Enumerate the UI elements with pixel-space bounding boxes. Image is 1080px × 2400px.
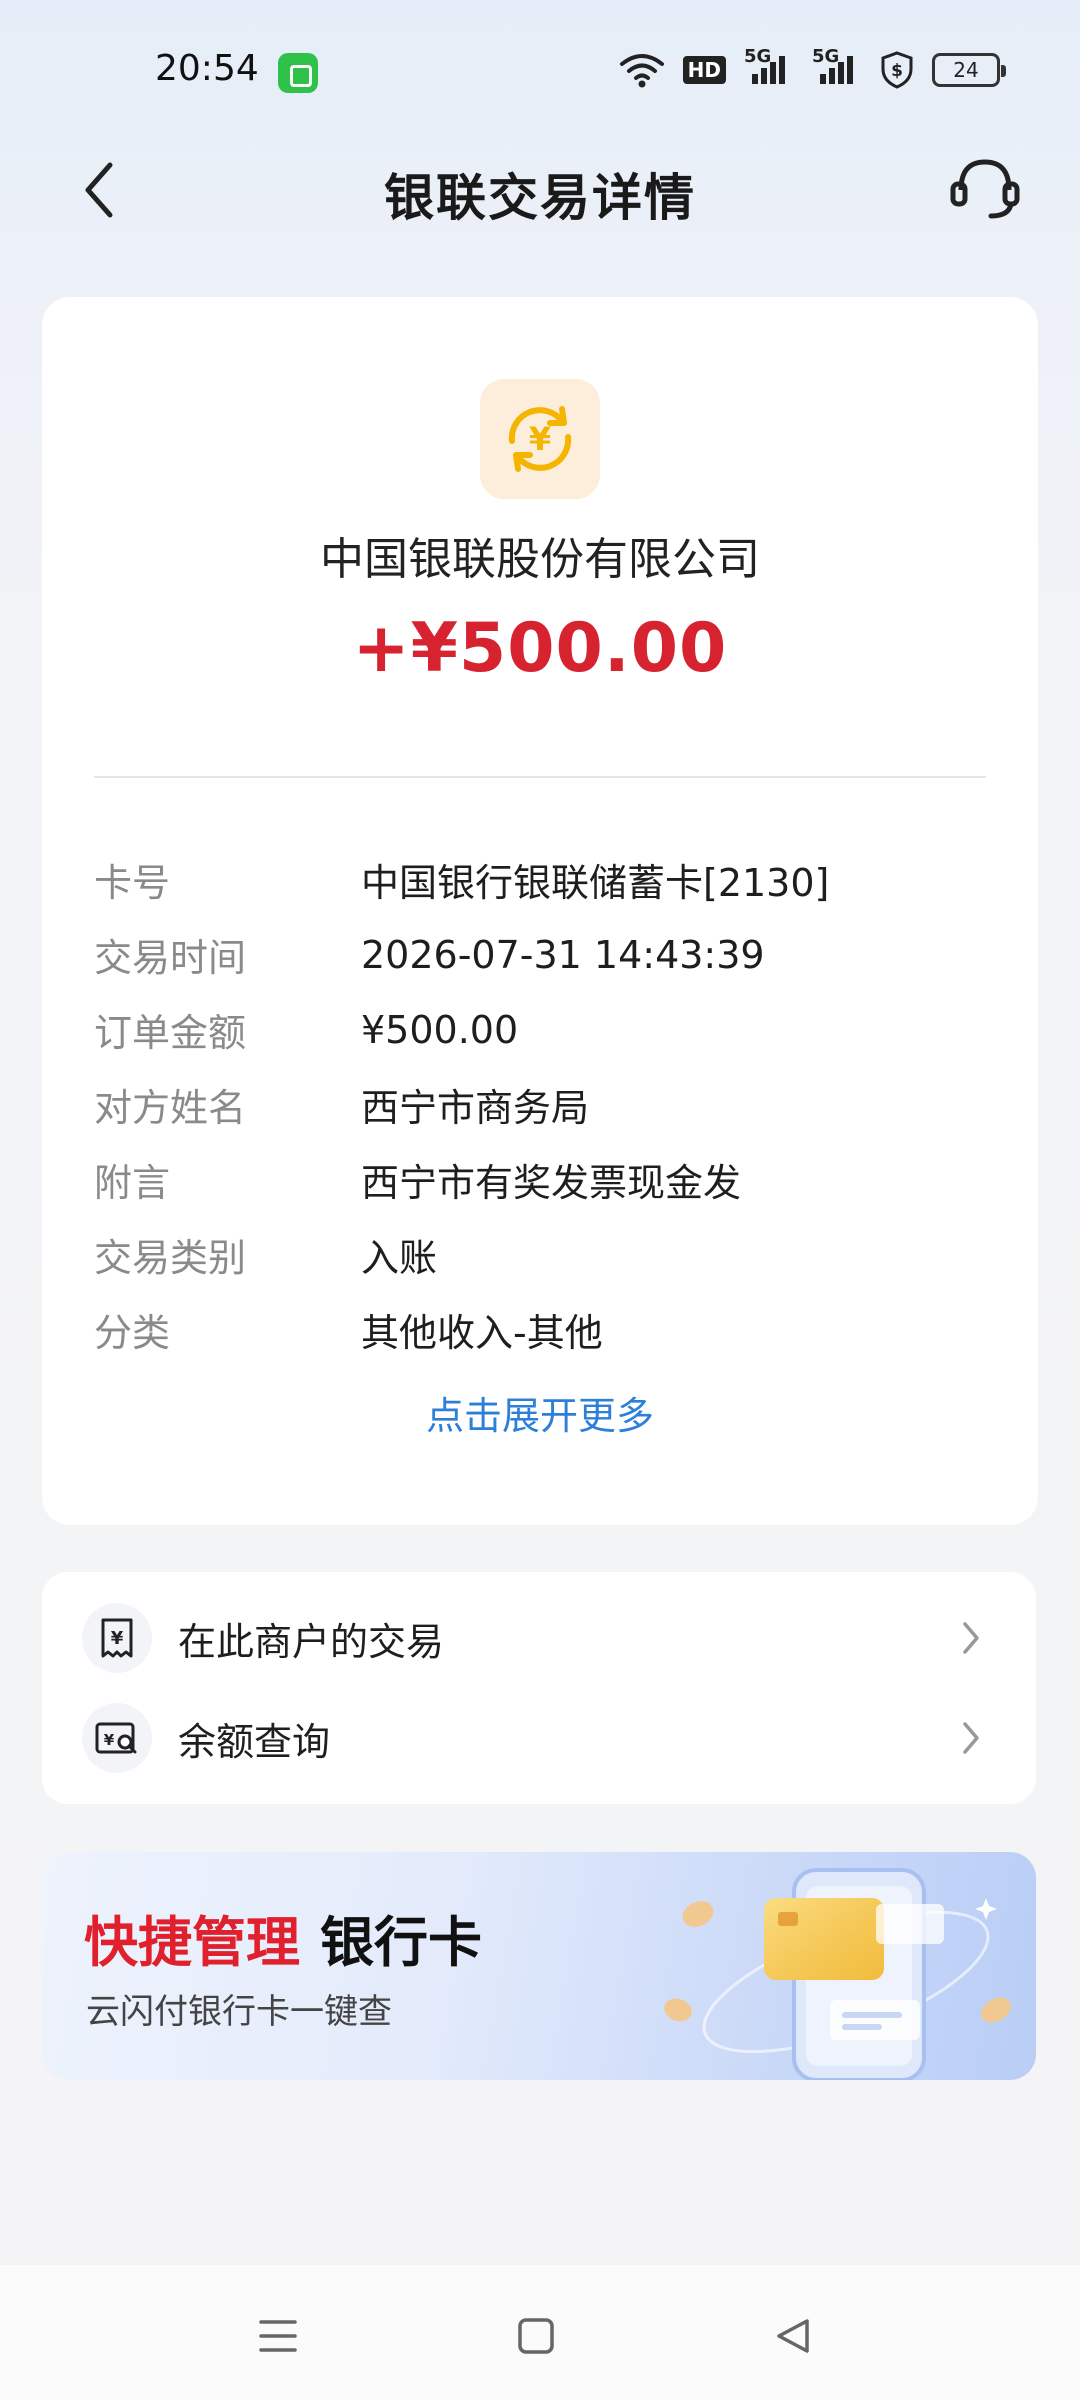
detail-label: 交易类别 [94, 1236, 247, 1280]
customer-service-button[interactable] [940, 144, 1030, 234]
merchant-name: 中国银联股份有限公司 [320, 534, 760, 585]
banner-subtitle: 云闪付银行卡一键查 [86, 1992, 392, 2032]
expand-more-link[interactable]: 点击展开更多 [42, 1385, 1038, 1440]
status-icons: HD 5G 5G $ 24 [619, 46, 1006, 92]
detail-row-counterparty: 对方姓名 西宁市商务局 [94, 1067, 994, 1142]
detail-label: 卡号 [94, 861, 171, 905]
phone-bank-card-illustration [664, 1868, 1011, 2080]
banner-title: 快捷管理 银行卡 [84, 1898, 482, 1977]
detail-value: 入账 [361, 1236, 438, 1280]
menu-item-balance-query[interactable]: ¥ 余额查询 [42, 1688, 1036, 1788]
detail-row-category: 分类 其他收入-其他 [94, 1292, 994, 1367]
svg-text:¥: ¥ [529, 420, 551, 458]
menu-card: ¥ 在此商户的交易 ¥ 余额查询 [42, 1572, 1036, 1804]
detail-row-order-amount: 订单金额 ¥500.00 [94, 992, 994, 1067]
status-time: 20:54 [155, 48, 259, 89]
signal-5g-icon: 5G [744, 46, 794, 90]
receipt-yen-icon: ¥ [82, 1603, 152, 1673]
svg-text:¥: ¥ [111, 1628, 124, 1649]
wifi-icon [619, 50, 665, 90]
menu-item-label: 在此商户的交易 [178, 1619, 445, 1664]
detail-label: 附言 [94, 1161, 171, 1205]
page-title: 银联交易详情 [384, 169, 696, 227]
app-notification-icon [278, 53, 318, 93]
transaction-amount: +¥500.00 [352, 609, 728, 688]
detail-row-transaction-type: 交易类别 入账 [94, 1217, 994, 1292]
detail-value: 西宁市商务局 [361, 1086, 590, 1130]
detail-value: 中国银行银联储蓄卡[2130] [361, 861, 830, 905]
detail-value: ¥500.00 [361, 1007, 519, 1052]
detail-row-card-number: 卡号 中国银行银联储蓄卡[2130] [94, 842, 994, 917]
menu-item-label: 余额查询 [178, 1719, 331, 1764]
detail-value: 西宁市有奖发票现金发 [361, 1161, 742, 1205]
detail-label: 订单金额 [94, 1011, 247, 1055]
detail-label: 对方姓名 [94, 1086, 247, 1130]
divider [94, 776, 986, 778]
detail-value: 其他收入-其他 [361, 1311, 603, 1355]
bank-card-promo-banner[interactable]: 快捷管理 银行卡 云闪付银行卡一键查 [42, 1852, 1036, 2080]
detail-label: 交易时间 [94, 936, 247, 980]
triangle-back-icon [777, 2319, 809, 2353]
system-navigation-bar [0, 2265, 1080, 2400]
home-button[interactable] [501, 2301, 571, 2371]
shield-dollar-icon: $ [880, 50, 914, 90]
chevron-right-icon [956, 1718, 986, 1758]
svg-text:$: $ [891, 61, 903, 81]
chevron-right-icon [956, 1618, 986, 1658]
square-icon [518, 2318, 554, 2354]
headset-icon [950, 159, 1020, 219]
header: 银联交易详情 [0, 140, 1080, 240]
back-nav-button[interactable] [758, 2301, 828, 2371]
detail-value: 2026-07-31 14:43:39 [361, 932, 765, 977]
banner-title-main: 银行卡 [320, 1911, 482, 1974]
hd-icon: HD [682, 50, 726, 90]
battery-icon: 24 [932, 53, 1006, 87]
banner-title-highlight: 快捷管理 [84, 1911, 300, 1974]
balance-search-icon: ¥ [82, 1703, 152, 1773]
transaction-card: ¥ 中国银联股份有限公司 +¥500.00 卡号 中国银行银联储蓄卡[2130]… [42, 297, 1038, 1525]
menu-item-merchant-transactions[interactable]: ¥ 在此商户的交易 [42, 1588, 1036, 1688]
detail-row-remark: 附言 西宁市有奖发票现金发 [94, 1142, 994, 1217]
menu-lines-icon [259, 2320, 297, 2352]
status-bar: 20:54 HD 5G 5G $ 24 [0, 0, 1080, 140]
unionpay-exchange-icon: ¥ [480, 379, 600, 499]
signal-5g-icon-2: 5G [812, 46, 862, 90]
detail-row-transaction-time: 交易时间 2026-07-31 14:43:39 [94, 917, 994, 992]
detail-label: 分类 [94, 1311, 171, 1355]
svg-text:¥: ¥ [104, 1731, 115, 1749]
recent-apps-button[interactable] [243, 2301, 313, 2371]
transaction-details: 卡号 中国银行银联储蓄卡[2130] 交易时间 2026-07-31 14:43… [94, 842, 994, 1367]
